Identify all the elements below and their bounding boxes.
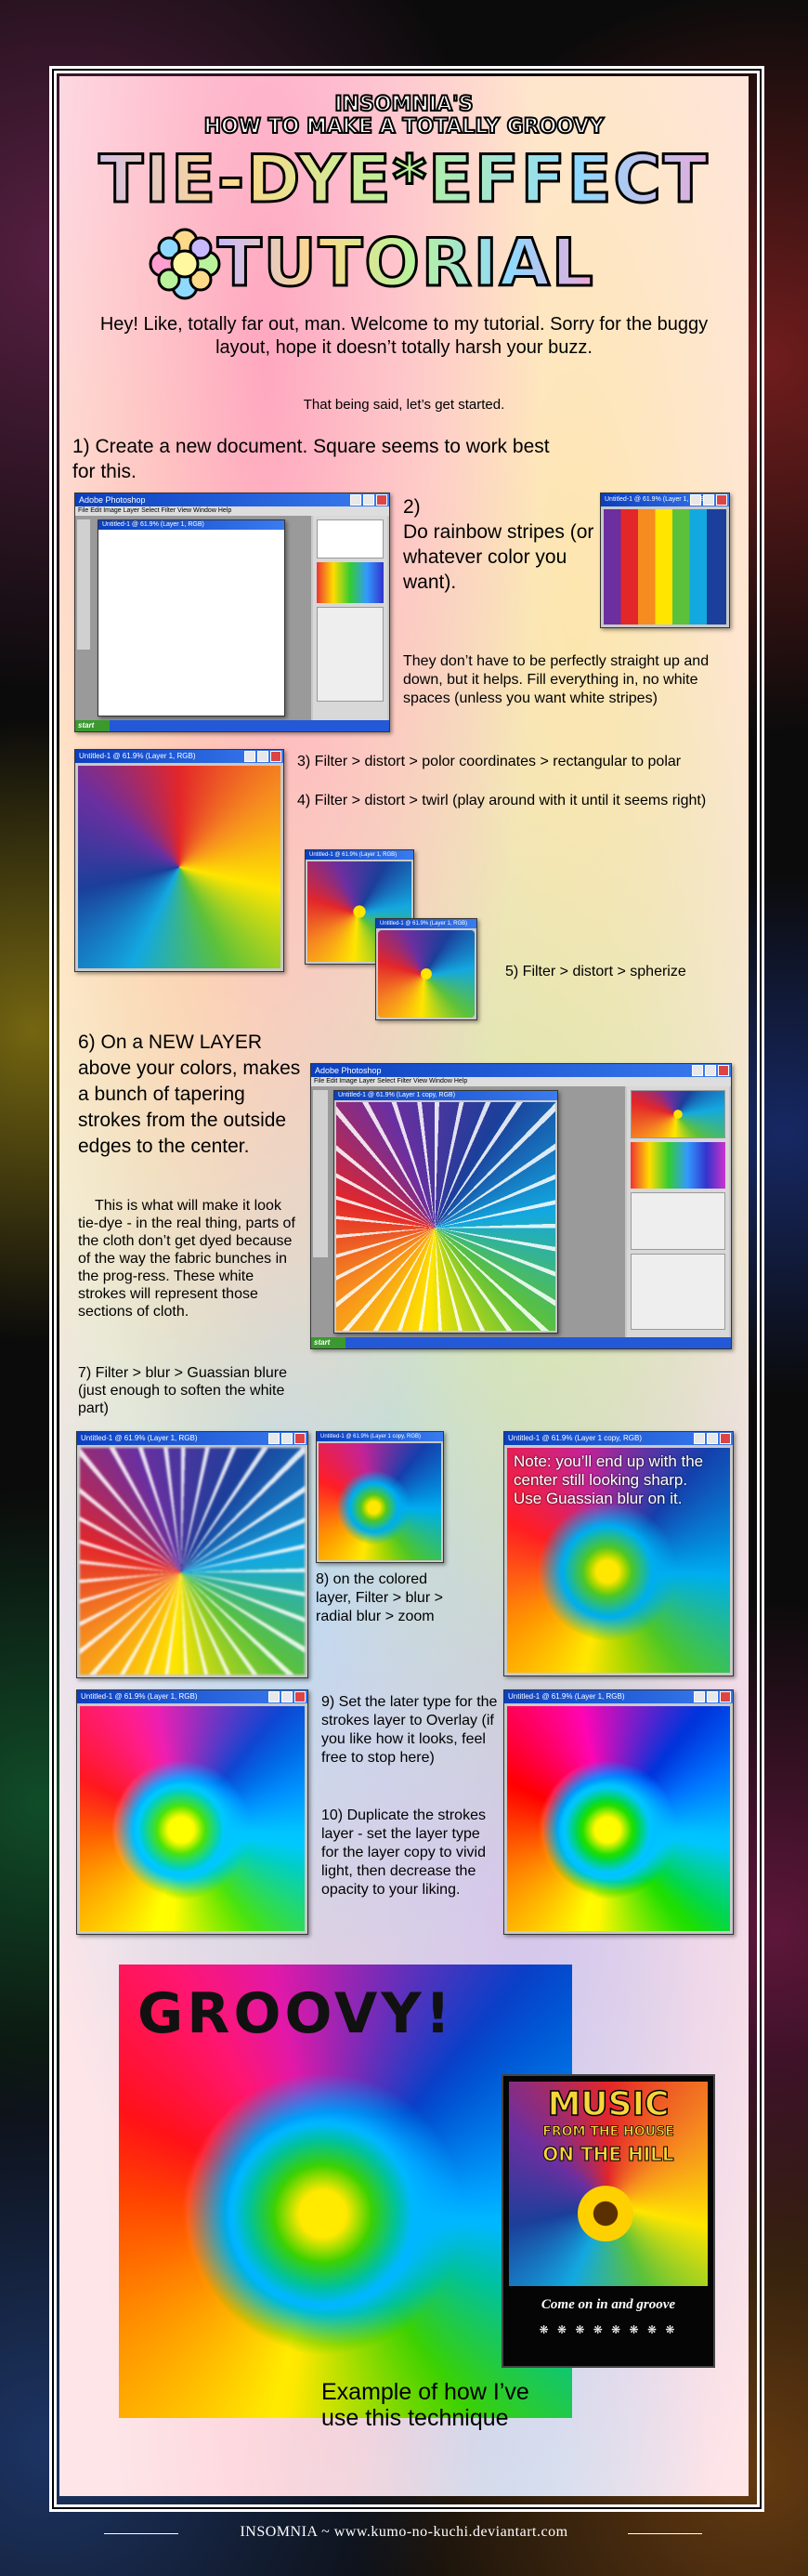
rainbow-stripes-image xyxy=(604,509,726,624)
close-icon[interactable] xyxy=(376,494,387,506)
step-6-note: This is what will make it look tie-dye -… xyxy=(78,1198,295,1320)
vivid-light-image xyxy=(507,1706,730,1931)
minimize-icon[interactable] xyxy=(350,494,361,506)
start-button[interactable]: start xyxy=(75,720,110,731)
header-subtitle: HOW TO MAKE A TOTALLY GROOVY xyxy=(203,114,606,139)
strokes-image xyxy=(336,1102,555,1331)
poster-title-house: FROM THE HOUSE xyxy=(542,2124,674,2140)
doc-title: Untitled-1 @ 61.9% (Layer 1, RGB) xyxy=(376,919,476,928)
step-2-text: Do rainbow stripes (or whatever color yo… xyxy=(403,521,594,593)
groovy-title: GROOVY! xyxy=(137,1981,455,2046)
vivid-light-window: Untitled-1 @ 61.9% (Layer 1, RGB) xyxy=(503,1689,734,1935)
step-7-text: 7) Filter > blur > Guassian blure (just … xyxy=(78,1365,287,1416)
overlay-window: Untitled-1 @ 61.9% (Layer 1, RGB) xyxy=(76,1689,308,1935)
step-5-text: 5) Filter > distort > spherize xyxy=(505,964,686,979)
step-1-text: 1) Create a new document. Square seems t… xyxy=(72,436,550,482)
poster-title-music: MUSIC xyxy=(547,2084,670,2124)
title-tie-dye: TIE-DYE*EFFECT xyxy=(59,140,749,219)
sunflower-icon xyxy=(578,2186,633,2241)
step-8-text: 8) on the colored layer, Filter > blur >… xyxy=(316,1571,443,1624)
step-4-text: 4) Filter > distort > twirl (play around… xyxy=(297,793,707,808)
title-tutorial: TUTORIAL xyxy=(216,224,607,303)
close-icon[interactable] xyxy=(270,751,281,762)
spherize-image xyxy=(378,930,475,1018)
footer-credit[interactable]: INSOMNIA ~ www.kumo-no-kuchi.deviantart.… xyxy=(0,2524,808,2541)
toolbox[interactable] xyxy=(313,1090,328,1257)
close-icon[interactable] xyxy=(716,494,727,506)
polar-coordinates-image xyxy=(78,766,280,968)
blur-note: Note: you’ll end up with the center stil… xyxy=(514,1452,704,1507)
close-icon[interactable] xyxy=(718,1065,729,1076)
zoom-blur-window: Untitled-1 @ 61.9% (Layer 1 copy, RGB) N… xyxy=(503,1431,734,1676)
close-icon[interactable] xyxy=(720,1691,731,1702)
start-button[interactable]: start xyxy=(311,1337,345,1348)
final-caption: Example of how I’ve use this technique xyxy=(321,2379,529,2431)
step-10-text: 10) Duplicate the strokes layer - set th… xyxy=(321,1807,486,1898)
close-icon[interactable] xyxy=(720,1433,731,1444)
window-title: Adobe Photoshop xyxy=(311,1064,731,1077)
flower-icon xyxy=(148,227,222,301)
poster-title-hill: ON THE HILL xyxy=(542,2143,674,2166)
doc-title: Untitled-1 @ 61.9% (Layer 1, RGB) xyxy=(98,520,284,530)
photoshop-window-2: Adobe Photoshop File Edit Image Layer Se… xyxy=(310,1063,732,1349)
step-2-note: They don’t have to be perfectly straight… xyxy=(403,653,710,706)
intro-started: That being said, let’s get started. xyxy=(303,397,505,413)
maximize-icon[interactable] xyxy=(705,1065,716,1076)
spherize-window: Untitled-1 @ 61.9% (Layer 1, RGB) xyxy=(375,918,477,1020)
poster-ornaments: ❋ ❋ ❋ ❋ ❋ ❋ ❋ ❋ xyxy=(539,2323,678,2336)
stripes-window: Untitled-1 @ 61.9% (Layer 1, RGB) xyxy=(600,493,730,628)
doc-title: Untitled-1 @ 61.9% (Layer 1 copy, RGB) xyxy=(317,1432,443,1441)
step-9-text: 9) Set the later type for the strokes la… xyxy=(321,1694,498,1766)
header-author: INSOMNIA'S xyxy=(333,92,474,117)
menu-bar[interactable]: File Edit Image Layer Select Filter View… xyxy=(75,506,389,516)
step-6-text: 6) On a NEW LAYER above your colors, mak… xyxy=(78,1032,301,1157)
menu-bar[interactable]: File Edit Image Layer Select Filter View… xyxy=(311,1077,731,1086)
step-2-number: 2) xyxy=(403,496,421,518)
poster-tagline: Come on in and groove xyxy=(541,2297,676,2312)
window-title: Adobe Photoshop xyxy=(79,495,146,505)
blurred-strokes-image xyxy=(80,1448,305,1675)
step-3-text: 3) Filter > distort > polor coordinates … xyxy=(297,754,682,769)
doc-title: Untitled-1 @ 61.9% (Layer 1, RGB) xyxy=(306,850,413,860)
tutorial-panel: INSOMNIA'S HOW TO MAKE A TOTALLY GROOVY … xyxy=(59,76,749,2496)
minimize-icon[interactable] xyxy=(692,1065,703,1076)
blurred-strokes-window: Untitled-1 @ 61.9% (Layer 1, RGB) xyxy=(76,1431,308,1678)
close-icon[interactable] xyxy=(294,1433,306,1444)
doc-title: Untitled-1 @ 61.9% (Layer 1 copy, RGB) xyxy=(334,1091,557,1100)
document-window-blank: Untitled-1 @ 61.9% (Layer 1, RGB) xyxy=(98,519,285,716)
intro-welcome: Hey! Like, totally far out, man. Welcome… xyxy=(99,314,709,358)
poster-example: MUSIC FROM THE HOUSE ON THE HILL Come on… xyxy=(502,2074,715,2368)
toolbox[interactable] xyxy=(77,519,90,650)
document-window-strokes: Untitled-1 @ 61.9% (Layer 1 copy, RGB) xyxy=(333,1090,558,1334)
overlay-image xyxy=(80,1706,305,1931)
palettes[interactable] xyxy=(313,516,387,720)
photoshop-window-1: Adobe Photoshop File Edit Image Layer Se… xyxy=(74,493,390,732)
maximize-icon[interactable] xyxy=(363,494,374,506)
palettes[interactable] xyxy=(627,1086,729,1337)
radial-blur-window: Untitled-1 @ 61.9% (Layer 1 copy, RGB) xyxy=(316,1431,444,1563)
polar-window: Untitled-1 @ 61.9% (Layer 1, RGB) xyxy=(74,749,284,972)
radial-blur-image xyxy=(319,1443,441,1560)
close-icon[interactable] xyxy=(294,1691,306,1702)
